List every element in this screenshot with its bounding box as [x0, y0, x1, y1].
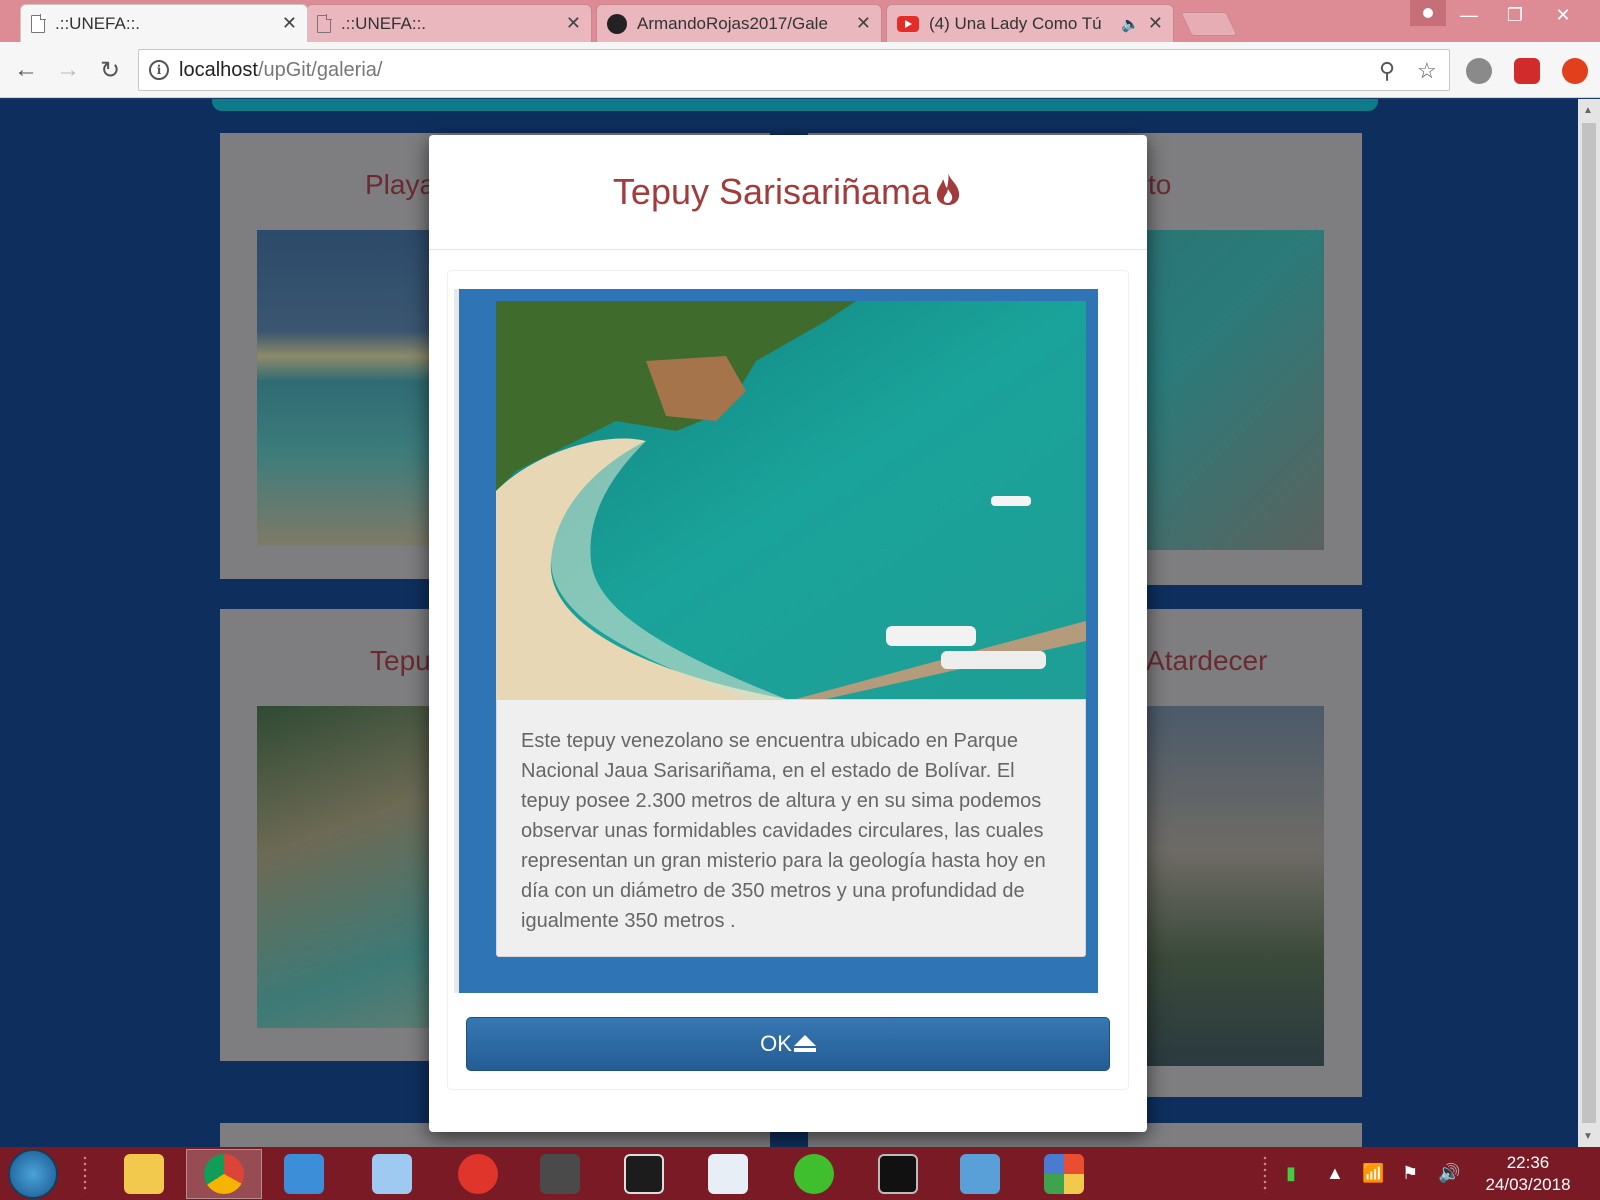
- page-icon: [31, 13, 46, 33]
- address-url: localhost/upGit/galeria/: [179, 59, 383, 81]
- tab-title: .::UNEFA::.: [55, 13, 141, 33]
- taskbar-grip: [82, 1155, 88, 1193]
- git-icon: [1044, 1154, 1084, 1194]
- photo-caption: Este tepuy venezolano se encuentra ubica…: [496, 699, 1086, 957]
- zoom-icon[interactable]: ⚲: [1379, 58, 1395, 84]
- eject-icon: [793, 1035, 816, 1053]
- taskbar-wifi[interactable]: [776, 1149, 852, 1199]
- modal-title: Tepuy Sarisariñama: [613, 171, 963, 213]
- system-clock[interactable]: 22:36 24/03/2018: [1468, 1152, 1588, 1196]
- maximize-button[interactable]: ❐: [1492, 0, 1538, 30]
- modal-header: Tepuy Sarisariñama: [429, 135, 1147, 250]
- extension-adblock-icon[interactable]: [1514, 58, 1540, 84]
- fire-icon: [936, 173, 960, 205]
- page-icon: [317, 13, 332, 33]
- chrome-icon: [204, 1154, 244, 1194]
- folder-icon: [124, 1154, 164, 1194]
- close-window-button[interactable]: ✕: [1540, 0, 1586, 30]
- taskbar-explorer[interactable]: [106, 1149, 182, 1199]
- taskbar-control-panel[interactable]: [942, 1149, 1018, 1199]
- action-center-flag-icon[interactable]: ⚑: [1402, 1163, 1418, 1184]
- beach-scene-image: [496, 301, 1086, 699]
- backup-icon: [708, 1154, 748, 1194]
- card-title: Tepu: [370, 645, 431, 676]
- ok-button[interactable]: OK: [466, 1017, 1110, 1071]
- tab-title: (4) Una Lady Como Tú: [929, 13, 1102, 33]
- volume-icon[interactable]: 🔊: [1438, 1163, 1460, 1184]
- taskbar-chrome[interactable]: [186, 1149, 262, 1199]
- sublime-text-icon: [540, 1154, 580, 1194]
- close-tab-icon[interactable]: ✕: [856, 13, 871, 34]
- browser-titlebar: .::UNEFA::. ✕ .::UNEFA::. ✕ ArmandoRojas…: [0, 0, 1600, 42]
- minimize-button[interactable]: —: [1446, 0, 1492, 30]
- page-scrollbar[interactable]: ▲ ▼: [1578, 99, 1600, 1147]
- clock-time: 22:36: [1506, 1153, 1550, 1172]
- extension-film-icon[interactable]: [1466, 58, 1492, 84]
- close-tab-icon[interactable]: ✕: [282, 13, 297, 34]
- reload-button[interactable]: ↻: [94, 54, 126, 86]
- clock-date: 24/03/2018: [1485, 1175, 1571, 1194]
- tab-github[interactable]: ArmandoRojas2017/Gale ✕: [596, 4, 882, 42]
- back-button[interactable]: ←: [10, 54, 42, 86]
- close-tab-icon[interactable]: ✕: [1148, 13, 1163, 34]
- taskbar-sublime[interactable]: [522, 1149, 598, 1199]
- profile-button[interactable]: [1410, 0, 1446, 26]
- scroll-down-arrow-icon[interactable]: ▼: [1583, 1131, 1593, 1142]
- taskbar-terminal[interactable]: [860, 1149, 936, 1199]
- terminal-icon: [878, 1154, 918, 1194]
- taskbar-grip: [1262, 1155, 1268, 1193]
- extension-upload-icon[interactable]: [1562, 58, 1588, 84]
- tab-title: .::UNEFA::.: [341, 13, 427, 33]
- taskbar-virtualbox[interactable]: [354, 1149, 430, 1199]
- network-signal-icon[interactable]: 📶: [1362, 1163, 1384, 1184]
- tab-title: ArmandoRojas2017/Gale: [637, 13, 828, 33]
- media-player-icon: [284, 1154, 324, 1194]
- taskbar-eclipse[interactable]: [606, 1149, 682, 1199]
- show-hidden-icons-icon[interactable]: ▲: [1326, 1163, 1344, 1184]
- card-title: Playa: [365, 169, 436, 200]
- tab-youtube[interactable]: (4) Una Lady Como Tú 🔈 ✕: [886, 4, 1174, 42]
- github-icon: [607, 13, 627, 34]
- forward-button[interactable]: →: [52, 54, 84, 86]
- wifi-app-icon: [794, 1154, 834, 1194]
- user-icon: [1423, 8, 1433, 18]
- taskbar-backup[interactable]: [690, 1149, 766, 1199]
- description-text: Este tepuy venezolano se encuentra ubica…: [521, 730, 1046, 932]
- start-button[interactable]: [8, 1149, 58, 1199]
- speaker-icon[interactable]: 🔈: [1121, 15, 1140, 33]
- youtube-icon: [897, 15, 919, 32]
- tepuy-photo: [496, 301, 1086, 699]
- mario-icon: [458, 1154, 498, 1194]
- close-tab-icon[interactable]: ✕: [566, 13, 581, 34]
- taskbar-git[interactable]: [1026, 1149, 1102, 1199]
- editor-icon: [624, 1154, 664, 1194]
- scrollbar-thumb[interactable]: [1582, 123, 1596, 1123]
- tab-unefa-1[interactable]: .::UNEFA::. ✕: [20, 4, 308, 42]
- bookmark-star-icon[interactable]: ☆: [1417, 58, 1437, 84]
- battery-icon[interactable]: ▮: [1286, 1163, 1296, 1184]
- cube-icon: [372, 1154, 412, 1194]
- new-tab-button[interactable]: [1180, 12, 1238, 36]
- card-title: to: [1148, 169, 1172, 200]
- page-header-strip: [212, 99, 1378, 111]
- taskbar-media[interactable]: [266, 1149, 342, 1199]
- control-panel-icon: [960, 1154, 1000, 1194]
- tab-unefa-2[interactable]: .::UNEFA::. ✕: [306, 4, 592, 42]
- scroll-up-arrow-icon[interactable]: ▲: [1583, 105, 1593, 116]
- taskbar-mario[interactable]: [440, 1149, 516, 1199]
- address-bar[interactable]: i localhost/upGit/galeria/ ⚲ ☆: [138, 49, 1450, 91]
- ok-label: OK: [760, 1031, 792, 1056]
- browser-toolbar: ← → ↻ i localhost/upGit/galeria/ ⚲ ☆: [0, 42, 1600, 98]
- info-icon[interactable]: i: [149, 60, 169, 80]
- windows-taskbar: ▮ ▲ 📶 ⚑ 🔊 22:36 24/03/2018: [0, 1147, 1600, 1200]
